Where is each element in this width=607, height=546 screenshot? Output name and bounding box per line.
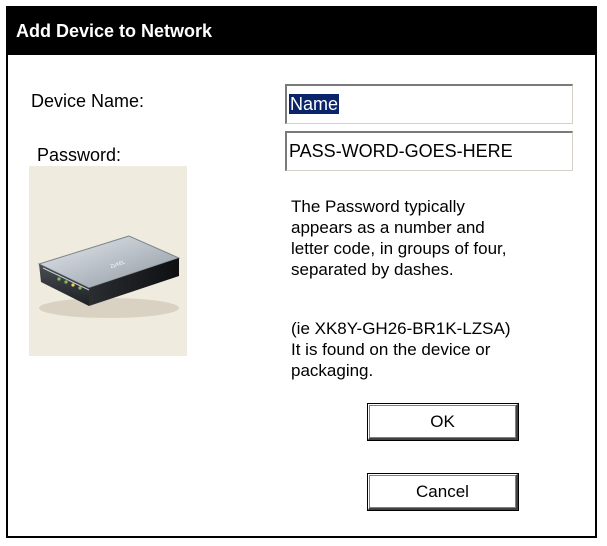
device-name-label: Device Name:: [31, 91, 145, 111]
ok-button[interactable]: OK: [368, 404, 518, 440]
device-name-input[interactable]: Name: [285, 84, 573, 124]
help-line: The Password typically: [291, 197, 465, 216]
dialog-title: Add Device to Network: [8, 8, 595, 55]
network-device-icon: ZyXEL: [37, 235, 181, 318]
help-line: letter code, in groups of four,: [291, 239, 507, 258]
network-device-image: ZyXEL: [29, 166, 187, 356]
password-label: Password:: [37, 145, 122, 165]
cancel-button[interactable]: Cancel: [368, 474, 518, 510]
device-name-value: Name: [289, 94, 340, 114]
password-help-text-1: The Password typically appears as a numb…: [291, 196, 571, 280]
help-line: It is found on the device or: [291, 340, 491, 359]
password-help-text-2: (ie XK8Y-GH26-BR1K-LZSA) It is found on …: [291, 318, 571, 381]
password-input[interactable]: PASS-WORD-GOES-HERE: [285, 131, 573, 171]
help-line: separated by dashes.: [291, 260, 454, 279]
help-line: appears as a number and: [291, 218, 485, 237]
add-device-dialog: Add Device to Network Device Name: Name …: [6, 6, 597, 538]
help-line: (ie XK8Y-GH26-BR1K-LZSA): [291, 319, 511, 338]
help-line: packaging.: [291, 361, 374, 380]
